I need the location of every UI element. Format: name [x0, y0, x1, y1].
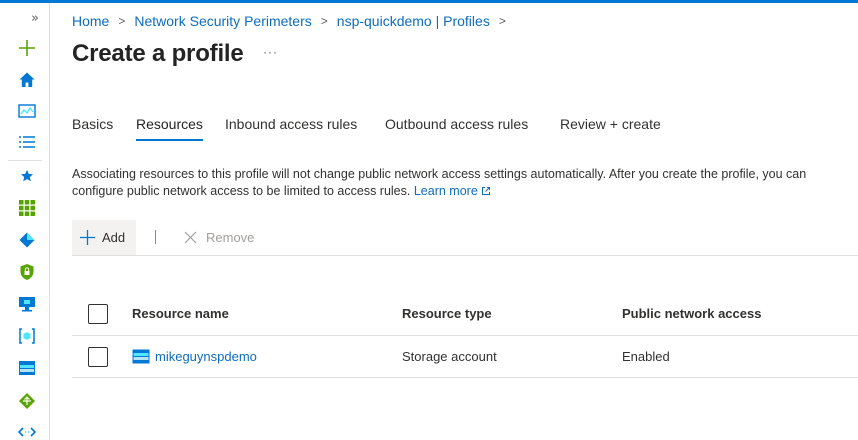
breadcrumb-profiles[interactable]: nsp-quickdemo | Profiles	[337, 13, 490, 29]
learn-more-label: Learn more	[413, 184, 478, 198]
virtual-machine-icon[interactable]	[17, 294, 37, 314]
left-nav-rail: »	[0, 3, 50, 440]
breadcrumb-separator: >	[498, 14, 506, 28]
table-row: mikeguynspdemo Storage account Enabled	[72, 336, 858, 378]
security-center-icon[interactable]	[17, 262, 37, 282]
resources-table: Resource name Resource type Public netwo…	[72, 292, 858, 378]
rail-divider	[8, 160, 42, 161]
breadcrumb-separator: >	[320, 14, 328, 28]
breadcrumb-home[interactable]: Home	[72, 13, 109, 29]
table-header-row: Resource name Resource type Public netwo…	[72, 292, 858, 336]
select-all-cell	[88, 292, 108, 335]
page-title: Create a profile	[72, 40, 244, 67]
tab-outbound-access-rules[interactable]: Outbound access rules	[385, 116, 528, 132]
resource-group-icon[interactable]	[17, 326, 37, 346]
all-resources-icon[interactable]	[17, 198, 37, 218]
external-link-icon	[482, 187, 491, 195]
tab-basics[interactable]: Basics	[72, 116, 113, 132]
resources-description: Associating resources to this profile wi…	[72, 166, 847, 200]
public-network-access-cell: Enabled	[622, 349, 670, 364]
wizard-tabs: Basics Resources Inbound access rules Ou…	[0, 116, 858, 146]
favorites-star-icon[interactable]	[17, 166, 37, 186]
more-options-button[interactable]: ···	[263, 45, 278, 59]
tab-inbound-access-rules[interactable]: Inbound access rules	[225, 116, 357, 132]
plus-icon[interactable]	[17, 38, 37, 58]
tab-review-create[interactable]: Review + create	[560, 116, 661, 132]
close-icon	[184, 231, 197, 244]
azure-devops-icon[interactable]	[17, 230, 37, 250]
row-checkbox[interactable]	[88, 346, 108, 367]
column-header-resource-type[interactable]: Resource type	[402, 292, 492, 335]
column-header-public-network-access[interactable]: Public network access	[622, 292, 761, 335]
storage-account-icon	[132, 349, 150, 364]
column-header-resource-name[interactable]: Resource name	[132, 292, 229, 335]
add-button-label: Add	[102, 230, 126, 245]
expand-menu-icon[interactable]: »	[31, 11, 39, 26]
tab-resources[interactable]: Resources	[136, 116, 203, 141]
select-all-checkbox[interactable]	[88, 303, 108, 324]
toolbar-divider	[155, 230, 156, 244]
add-icon	[80, 230, 95, 245]
command-bar: Add Remove	[72, 220, 858, 256]
top-accent-line	[0, 0, 858, 3]
storage-icon[interactable]	[17, 358, 37, 378]
home-icon[interactable]	[17, 70, 37, 90]
add-button[interactable]: Add	[72, 220, 136, 255]
remove-button-label: Remove	[206, 230, 255, 245]
learn-more-link[interactable]: Learn more	[414, 184, 491, 198]
remove-button[interactable]: Remove	[184, 220, 254, 255]
breadcrumb-network-security-perimeters[interactable]: Network Security Perimeters	[134, 13, 311, 29]
breadcrumb: Home > Network Security Perimeters > nsp…	[72, 13, 515, 29]
code-icon[interactable]	[17, 422, 37, 440]
resource-name-link[interactable]: mikeguynspdemo	[155, 349, 257, 364]
network-icon[interactable]	[17, 391, 37, 411]
resource-name-cell: mikeguynspdemo	[132, 336, 257, 377]
resource-type-cell: Storage account	[402, 349, 497, 364]
row-select-cell	[88, 336, 108, 377]
breadcrumb-separator: >	[118, 14, 126, 28]
